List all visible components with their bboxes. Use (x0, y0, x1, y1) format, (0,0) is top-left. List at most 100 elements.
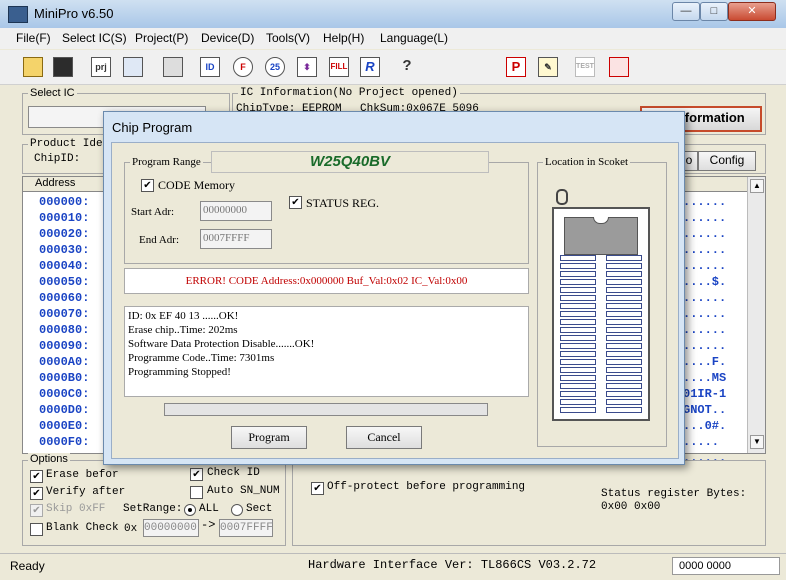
log-line: Erase chip..Time: 202ms (128, 324, 238, 336)
project-icon: prj (91, 57, 111, 77)
fill-button[interactable]: FILL (326, 54, 350, 78)
range-end-input[interactable]: 0007FFFF (219, 519, 273, 537)
socket-diagram (552, 207, 650, 421)
config-button[interactable]: Config (698, 151, 756, 171)
toolbar: prj ID F 25 ⬍ FILL R ? P ✎ TEST (0, 50, 786, 85)
socket-pin (606, 375, 642, 381)
radio-dot (188, 508, 192, 512)
hex-ascii: ...... (683, 323, 727, 337)
range-0x-label: 0x (124, 523, 138, 535)
program-button[interactable]: Program (231, 426, 307, 449)
check-id-checkbox[interactable]: ✔ (190, 468, 203, 481)
socket-pin (560, 335, 596, 341)
erase-before-label: Erase befor (46, 469, 119, 481)
verify-button[interactable]: 25 (262, 54, 286, 78)
hex-address: 000050: (39, 275, 90, 289)
auto-sn-checkbox[interactable] (190, 486, 203, 499)
read-id-button[interactable]: ID (197, 54, 221, 78)
hex-ascii: ....MS (683, 371, 727, 385)
blank-check-checkbox[interactable] (30, 523, 43, 536)
log-line: Programming Stopped! (128, 366, 231, 378)
hex-ascii: ...... (683, 291, 727, 305)
socket-pin (560, 319, 596, 325)
range-sect-radio[interactable] (231, 504, 243, 516)
hex-ascii: ...... (683, 195, 727, 209)
menu-language[interactable]: Language(L) (380, 31, 448, 45)
hex-address: 000060: (39, 291, 90, 305)
end-adr-input[interactable]: 0007FFFF (200, 229, 272, 249)
skip-ff-checkbox[interactable]: ✔ (30, 504, 43, 517)
edit-button[interactable]: ✎ (535, 54, 559, 78)
project-button[interactable]: prj (88, 54, 112, 78)
socket-pin (560, 407, 596, 413)
socket-pin (560, 279, 596, 285)
log-line: ID: 0x EF 40 13 ......OK! (128, 310, 239, 322)
protect-button[interactable]: P (503, 54, 527, 78)
socket-pin (560, 271, 596, 277)
read-button[interactable]: ⬍ (294, 54, 318, 78)
device-button[interactable] (160, 54, 184, 78)
socket-pin (560, 375, 596, 381)
range-all-radio[interactable] (184, 504, 196, 516)
options-label: Options (28, 453, 70, 465)
progress-bar (164, 403, 488, 416)
status-reg-checkbox[interactable]: ✔ (289, 196, 302, 209)
skip-ff-label: Skip 0xFF (46, 503, 106, 515)
start-adr-input[interactable]: 00000000 (200, 201, 272, 221)
title-bar: MiniPro v6.50 — □ ✕ (0, 0, 786, 28)
menu-project[interactable]: Project(P) (135, 31, 188, 45)
menu-help[interactable]: Help(H) (323, 31, 364, 45)
status-bar: Ready Hardware Interface Ver: TL866CS V0… (0, 553, 786, 580)
set-range-label: SetRange: (123, 503, 183, 515)
test-icon: TEST (575, 57, 595, 77)
socket-pin (560, 263, 596, 269)
socket-pin (606, 335, 642, 341)
erase-before-checkbox[interactable]: ✔ (30, 470, 43, 483)
help-button[interactable]: ? (395, 54, 419, 78)
open-button[interactable] (20, 54, 44, 78)
hex-scrollbar[interactable]: ▲ ▼ (747, 177, 765, 453)
scroll-down-icon[interactable]: ▼ (750, 435, 764, 449)
socket-pin (606, 263, 642, 269)
save-button[interactable] (50, 54, 74, 78)
range-start-input[interactable]: 00000000 (143, 519, 199, 537)
socket-pin (606, 407, 642, 413)
hex-ascii: GNOT.. (683, 403, 727, 417)
hex-header-address: Address (35, 177, 76, 189)
hex-ascii: ....$. (683, 275, 727, 289)
scroll-up-icon[interactable]: ▲ (750, 179, 764, 193)
menu-select-ic[interactable]: Select IC(S) (62, 31, 127, 45)
hex-address: 000090: (39, 339, 90, 353)
maximize-button[interactable]: □ (700, 2, 728, 21)
socket-pin (606, 327, 642, 333)
cancel-button[interactable]: Cancel (346, 426, 422, 449)
socket-pin (560, 287, 596, 293)
socket-pin (560, 255, 596, 261)
hex-address: 000030: (39, 243, 90, 257)
hex-address: 0000C0: (39, 387, 90, 401)
socket-lever-icon (556, 189, 568, 205)
hex-ascii: ...... (683, 211, 727, 225)
load-button[interactable] (120, 54, 144, 78)
status-bytes-label: Status register Bytes: (601, 488, 747, 500)
chip-program-dialog: Chip Program Program Range W25Q40BV ✔ CO… (103, 111, 685, 465)
off-protect-checkbox[interactable]: ✔ (311, 482, 324, 495)
ic-button[interactable] (606, 54, 630, 78)
code-memory-checkbox[interactable]: ✔ (141, 179, 154, 192)
test-button[interactable]: TEST (572, 54, 596, 78)
menu-device[interactable]: Device(D) (201, 31, 254, 45)
hex-ascii: ..... (683, 435, 720, 449)
minimize-button[interactable]: — (672, 2, 700, 21)
hex-ascii: ...... (683, 243, 727, 257)
menu-tools[interactable]: Tools(V) (266, 31, 310, 45)
program-toolbar-button[interactable]: F (230, 54, 254, 78)
hex-address: 0000A0: (39, 355, 90, 369)
close-button[interactable]: ✕ (728, 2, 776, 21)
socket-pin (560, 391, 596, 397)
register-button[interactable]: R (357, 54, 381, 78)
socket-pin (560, 343, 596, 349)
verify-after-checkbox[interactable]: ✔ (30, 487, 43, 500)
log-line: Software Data Protection Disable.......O… (128, 338, 315, 350)
menu-file[interactable]: File(F) (16, 31, 51, 45)
hex-ascii: ....F. (683, 355, 727, 369)
